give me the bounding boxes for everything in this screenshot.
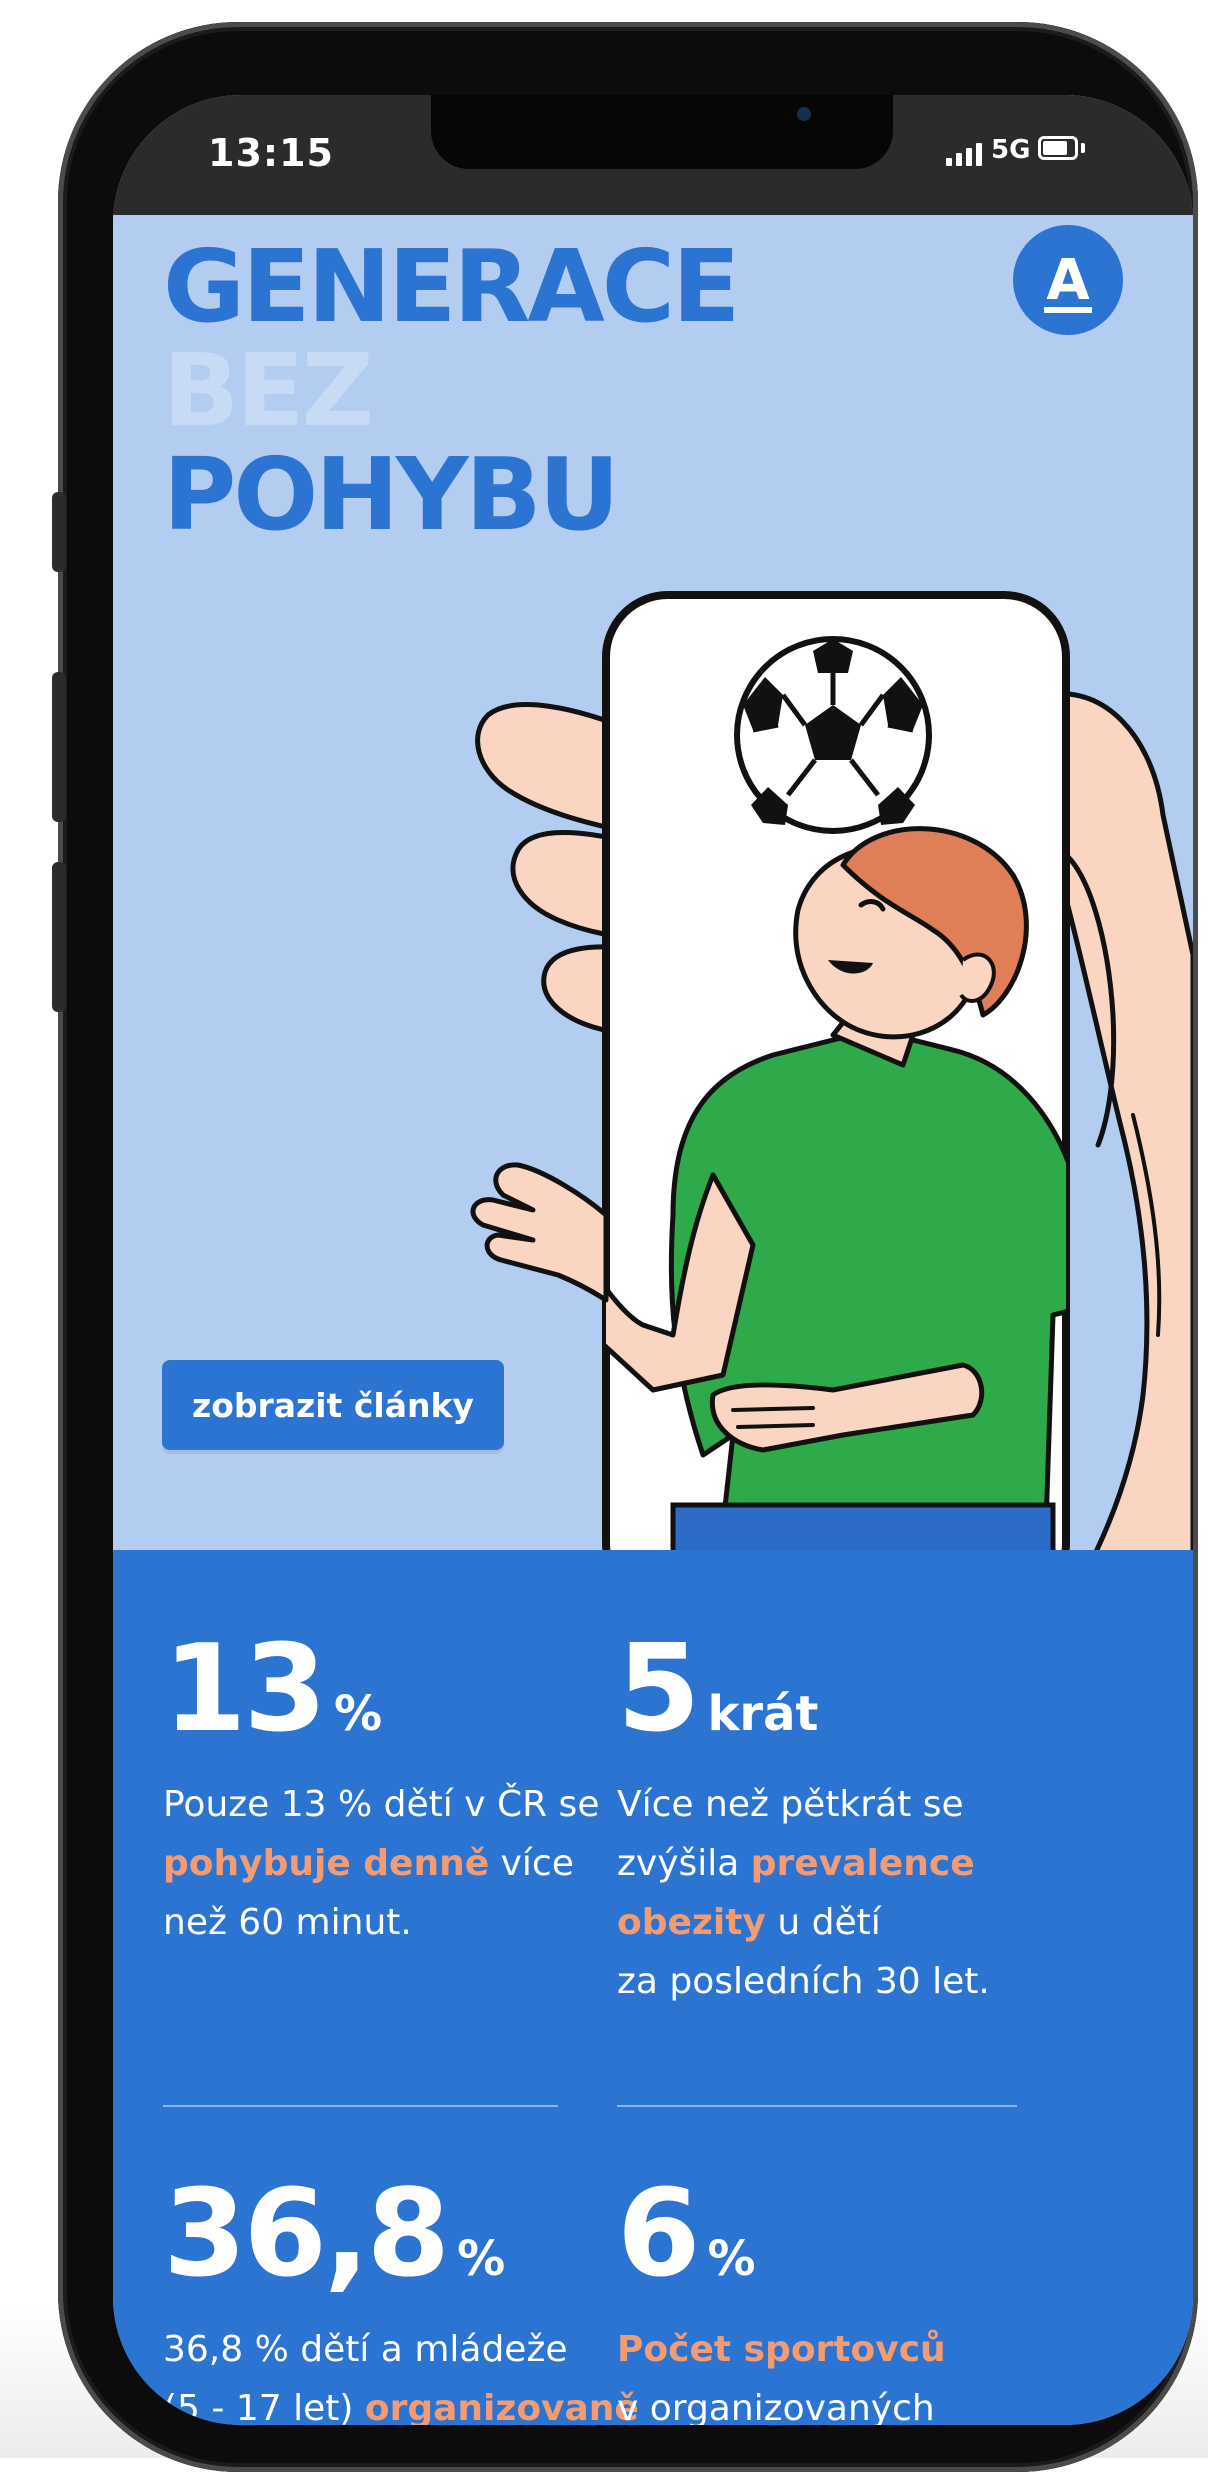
description-text: Více než pětkrát se <box>617 1784 964 1825</box>
description-line: pohybuje denně více <box>163 1834 623 1893</box>
stat-divider-right <box>617 2105 1017 2107</box>
highlighted-text: obezity <box>617 1902 766 1943</box>
description-line: 36,8 % dětí a mládeže <box>163 2320 623 2379</box>
stat-3-description: 36,8 % dětí a mládeže (5 - 17 let) organi… <box>163 2320 639 2425</box>
highlighted-text: prevalence <box>750 1843 975 1884</box>
description-line: zvýšila prevalence <box>617 1834 1077 1893</box>
description-line: (5 - 17 let) organizovaně <box>163 2379 639 2425</box>
description-text: než 60 minut. <box>163 1902 412 1943</box>
camera-icon <box>797 107 811 121</box>
description-line: Počet sportovců <box>617 2320 1077 2379</box>
logo-underline <box>1044 306 1092 313</box>
battery-icon <box>1038 136 1078 160</box>
title-line-2: BEZ <box>163 332 374 449</box>
battery-tip <box>1081 143 1085 153</box>
description-text: Pouze 13 % dětí v ČR se <box>163 1784 600 1825</box>
description-text: u dětí <box>765 1902 881 1943</box>
dynamic-island <box>431 95 893 169</box>
highlighted-text: organizovaně <box>364 2388 639 2425</box>
stat-1-value: 13% <box>163 1620 383 1759</box>
phone-screen: 13:15 5G GENERACE BEZ POHYBU A zobrazit … <box>113 95 1193 2425</box>
status-bar: 13:15 5G <box>113 95 1193 215</box>
boy-pants-illustration <box>670 1502 1056 1550</box>
title-line-1: GENERACE <box>163 228 740 345</box>
side-button-mute <box>52 492 66 572</box>
stat-divider-left <box>163 2105 558 2107</box>
highlighted-text: pohybuje denně <box>163 1843 490 1884</box>
stat-4-value: 6% <box>617 2165 756 2304</box>
stat-1-description: Pouze 13 % dětí v ČR se pohybuje denně ví… <box>163 1775 623 1952</box>
title-line-3: POHYBU <box>163 436 620 553</box>
description-line: obezity u dětí <box>617 1893 1077 1952</box>
stat-2-value: 5 krát <box>617 1620 819 1759</box>
side-button-volume-up <box>52 672 66 822</box>
description-text: více <box>489 1843 574 1884</box>
description-text: v organizovaných <box>617 2388 935 2425</box>
network-type: 5G <box>991 135 1031 165</box>
description-text: zvýšila <box>617 1843 751 1884</box>
hero-title: GENERACE BEZ POHYBU <box>163 228 740 553</box>
highlighted-text: Počet sportovců <box>617 2329 946 2370</box>
signal-icon <box>946 143 982 166</box>
description-line: Více než pětkrát se <box>617 1775 1077 1834</box>
stat-2-description: Více než pětkrát se zvýšila prevalence obe… <box>617 1775 1077 2011</box>
stat-4-description: Počet sportovcův organizovanýchsportech … <box>617 2320 1077 2425</box>
boy-left-hand-illustration <box>470 1162 609 1303</box>
description-text: 36,8 % dětí a mládeže <box>163 2329 568 2370</box>
description-line: Pouze 13 % dětí v ČR se <box>163 1775 623 1834</box>
soccer-ball-icon <box>734 636 932 834</box>
description-line: v organizovaných <box>617 2379 1077 2425</box>
description-text: (5 - 17 let) <box>163 2388 365 2425</box>
brand-logo[interactable]: A <box>1013 225 1123 335</box>
stat-3-value: 36,8% <box>163 2165 506 2304</box>
side-button-volume-down <box>52 862 66 1012</box>
description-line: než 60 minut. <box>163 1893 623 1952</box>
status-time: 13:15 <box>208 131 334 175</box>
logo-letter: A <box>1046 247 1090 313</box>
description-text: za posledních 30 let. <box>617 1961 990 2002</box>
show-articles-button[interactable]: zobrazit články <box>162 1360 504 1450</box>
description-line: za posledních 30 let. <box>617 1952 1077 2011</box>
